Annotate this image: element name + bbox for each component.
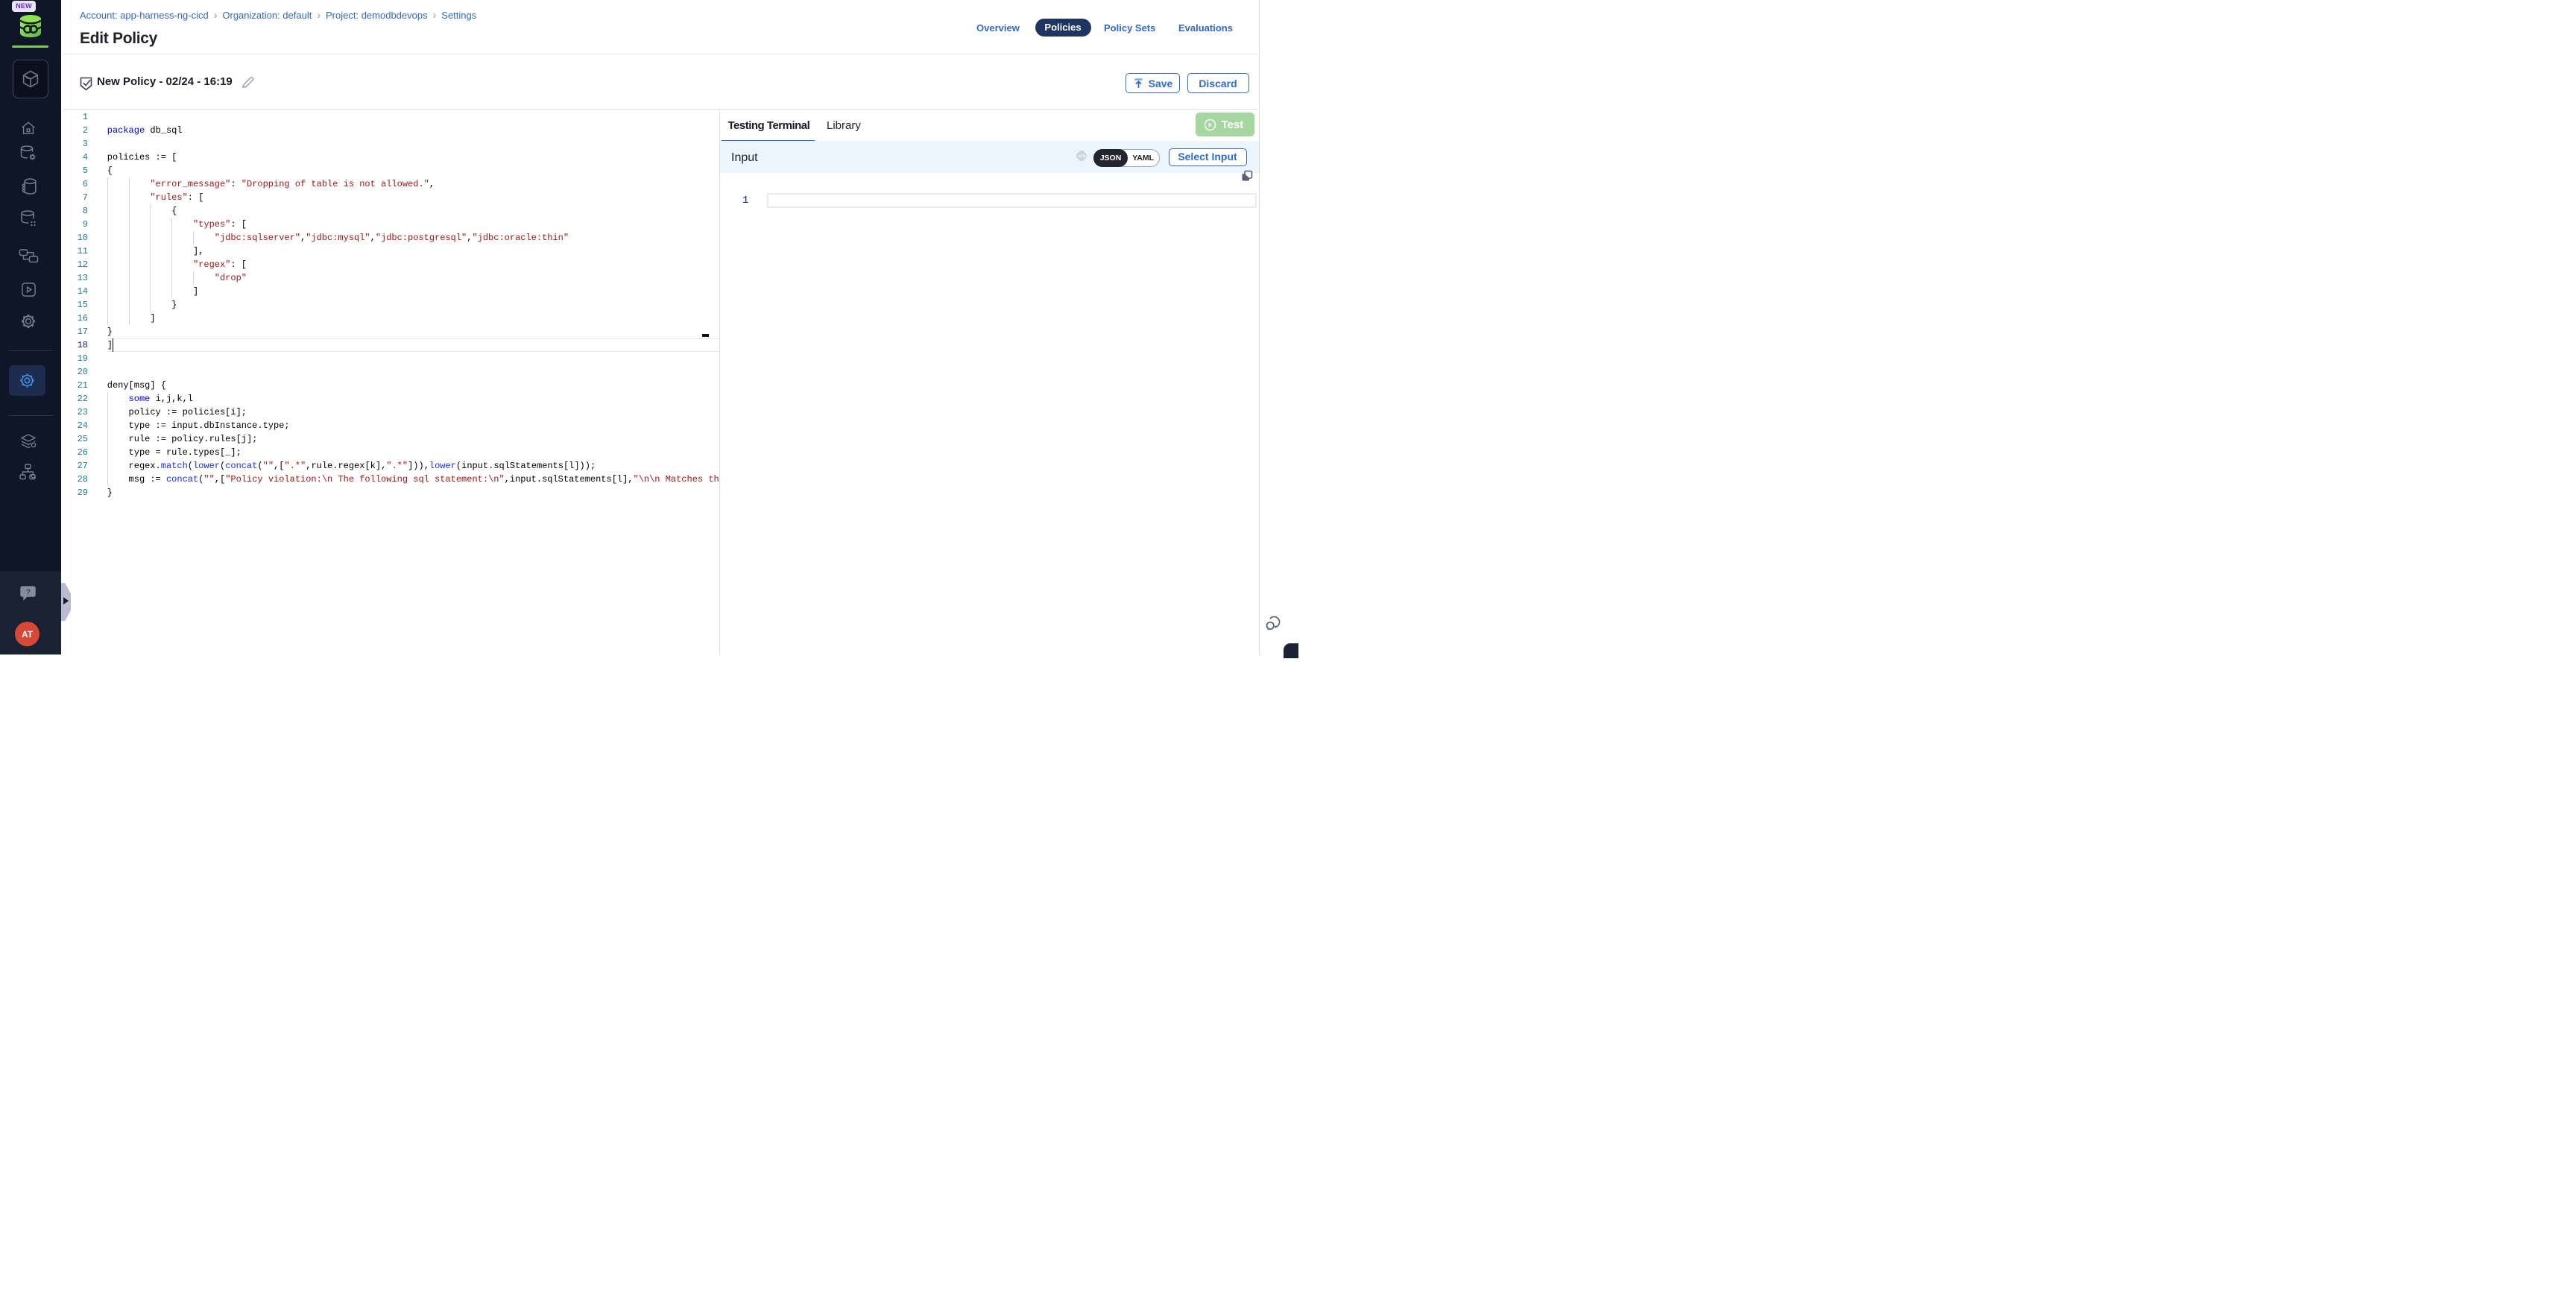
svg-text:</>: </> [1078,153,1086,160]
svg-text:?: ? [26,589,31,597]
